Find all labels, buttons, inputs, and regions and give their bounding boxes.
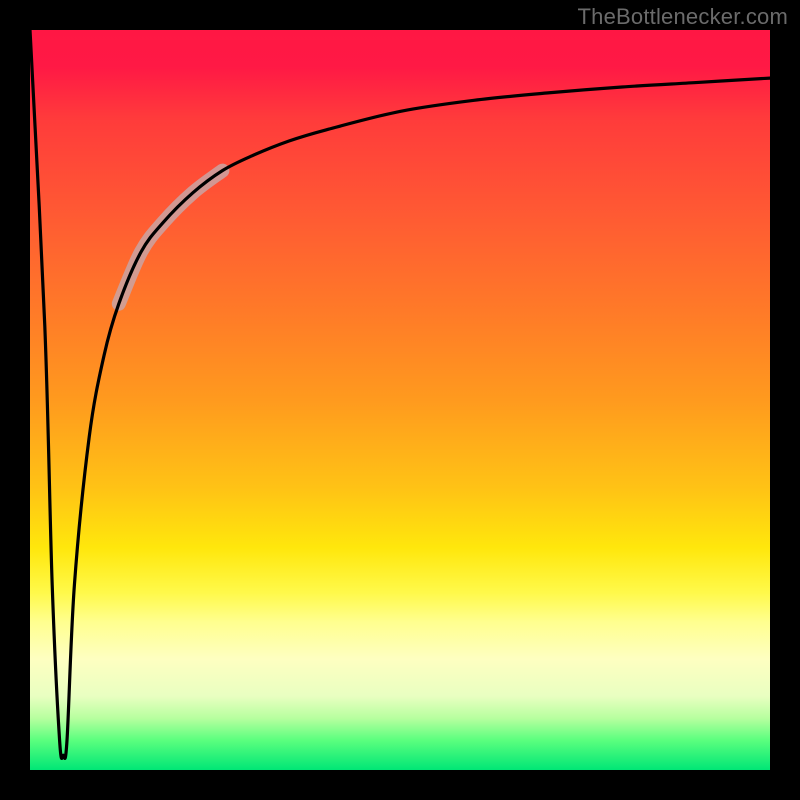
- highlight-segment: [119, 171, 223, 304]
- bottleneck-curve-path: [30, 30, 770, 758]
- curve-layer: [30, 30, 770, 770]
- watermark-text: TheBottlenecker.com: [578, 4, 788, 30]
- bottleneck-chart: [0, 0, 800, 800]
